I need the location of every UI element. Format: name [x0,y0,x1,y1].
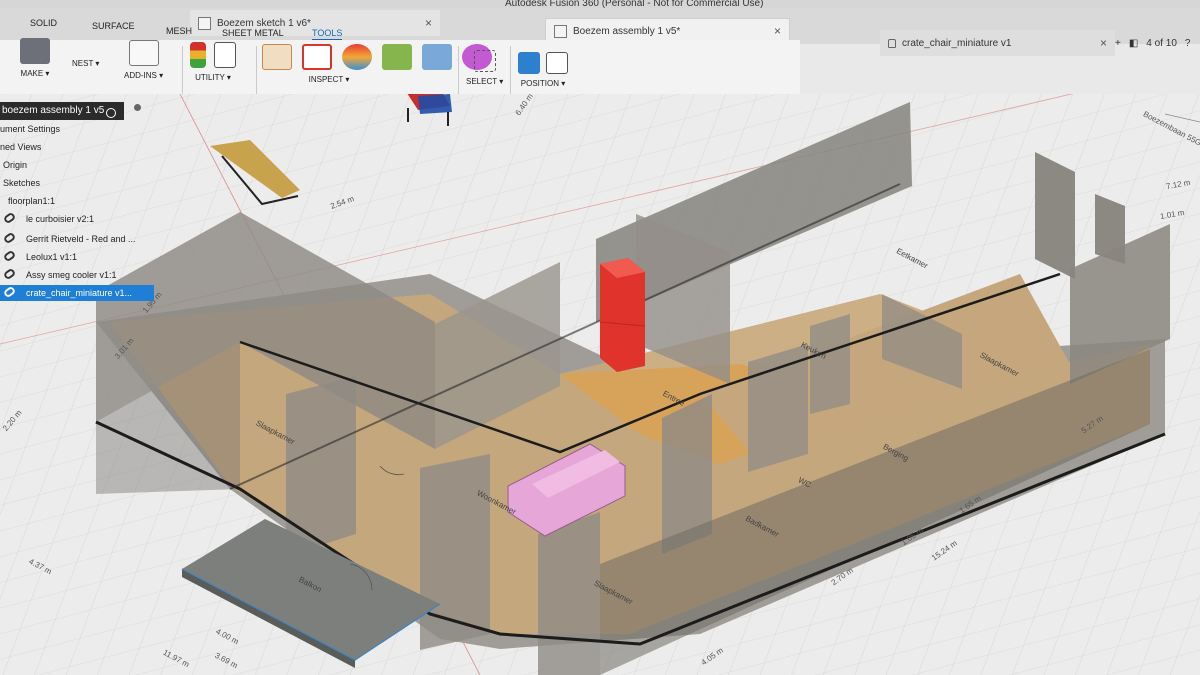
toolbar-ribbon: SOLID SURFACE MESH SHEET METAL TOOLS MAK… [0,12,800,100]
capture-position-icon [518,52,540,74]
utility-button[interactable]: UTILITY ▾ [190,42,236,82]
wall-pillar-right [1035,152,1075,279]
table-icon [214,42,236,68]
active-component-icon[interactable] [106,108,116,118]
new-tab-icon[interactable]: + [1115,38,1121,49]
browser-item-document-settings[interactable]: ument Settings [0,121,60,137]
browser-root[interactable]: boezem assembly 1 v5 [0,102,124,120]
section-analysis-icon[interactable] [422,44,452,70]
browser-link-smeg-cooler[interactable]: Assy smeg cooler v1:1 [0,267,117,283]
zebra-icon[interactable] [342,44,372,70]
3d-viewport[interactable]: Eetkamer Keuken Slaapkamer Entree Slaapk… [0,92,1200,675]
browser-item-origin[interactable]: Origin [0,157,27,173]
select-button[interactable]: SELECT ▾ [466,50,503,86]
page-counter: 4 of 10 [1146,38,1177,49]
tool-row: MAKE ▾ NEST ▾ ADD-INS ▾ UTILITY ▾ INSPEC… [0,38,800,100]
browser-link-leolux[interactable]: Leolux1 v1:1 [0,249,77,265]
measure-icon[interactable] [262,44,292,70]
draft-analysis-icon[interactable] [382,44,412,70]
scripts-icon [128,40,159,66]
browser-panel: boezem assembly 1 v5 ument Settings ned … [0,100,160,310]
tab-sheet-metal[interactable]: SHEET METAL [222,28,284,38]
select-icon [473,50,496,72]
link-icon [2,267,17,281]
wall-partition [286,376,356,556]
title-bar: Autodesk Fusion 360 (Personal - Not for … [0,0,1200,9]
divider [256,46,257,94]
tab-solid[interactable]: SOLID [30,18,57,28]
browser-link-crate-chair[interactable]: crate_chair_miniature v1... [0,285,154,301]
pin-icon[interactable] [134,104,141,111]
3d-print-icon [20,38,50,64]
traffic-light-icon [190,42,206,68]
help-icon[interactable]: ? [1185,38,1191,49]
browser-item-floorplan[interactable]: floorplan1:1 [0,193,55,209]
browser-link-le-curboisier[interactable]: le curboisier v2:1 [0,211,94,227]
tab-tools: + ◧ 4 of 10 ? [1115,38,1190,49]
browser-item-named-views[interactable]: ned Views [0,139,41,155]
data-panel-icon[interactable]: ◧ [1129,38,1138,49]
tab-label: crate_chair_miniature v1 [902,37,1012,49]
addins-button[interactable]: ADD-INS ▾ [124,40,163,80]
browser-link-gerrit-rietveld[interactable]: Gerrit Rietveld - Red and ... [0,231,136,247]
link-icon [2,249,17,263]
tab-surface[interactable]: SURFACE [92,21,135,31]
interference-icon[interactable] [302,44,332,70]
app-title: Autodesk Fusion 360 (Personal - Not for … [505,0,764,9]
divider [510,46,511,94]
link-icon [2,285,17,299]
red-blue-chair-seat [418,94,452,114]
wall-partition [810,314,850,414]
browser-item-sketches[interactable]: Sketches [0,175,40,191]
divider [458,46,459,94]
fusion-app: Autodesk Fusion 360 (Personal - Not for … [0,0,1200,675]
link-icon [2,211,17,225]
nest-button[interactable]: NEST ▾ [72,54,99,68]
position-button[interactable]: POSITION ▾ [518,52,568,88]
tab-crate-chair[interactable]: crate_chair_miniature v1 × [880,30,1115,56]
lock-icon [888,38,896,48]
revert-position-icon [546,52,568,74]
wall-partition [538,512,600,675]
close-icon[interactable]: × [1100,36,1107,50]
link-icon [2,231,17,245]
make-button[interactable]: MAKE ▾ [20,38,50,78]
tab-mesh[interactable]: MESH [166,26,192,36]
wall-partition [748,344,808,472]
divider [182,46,183,94]
